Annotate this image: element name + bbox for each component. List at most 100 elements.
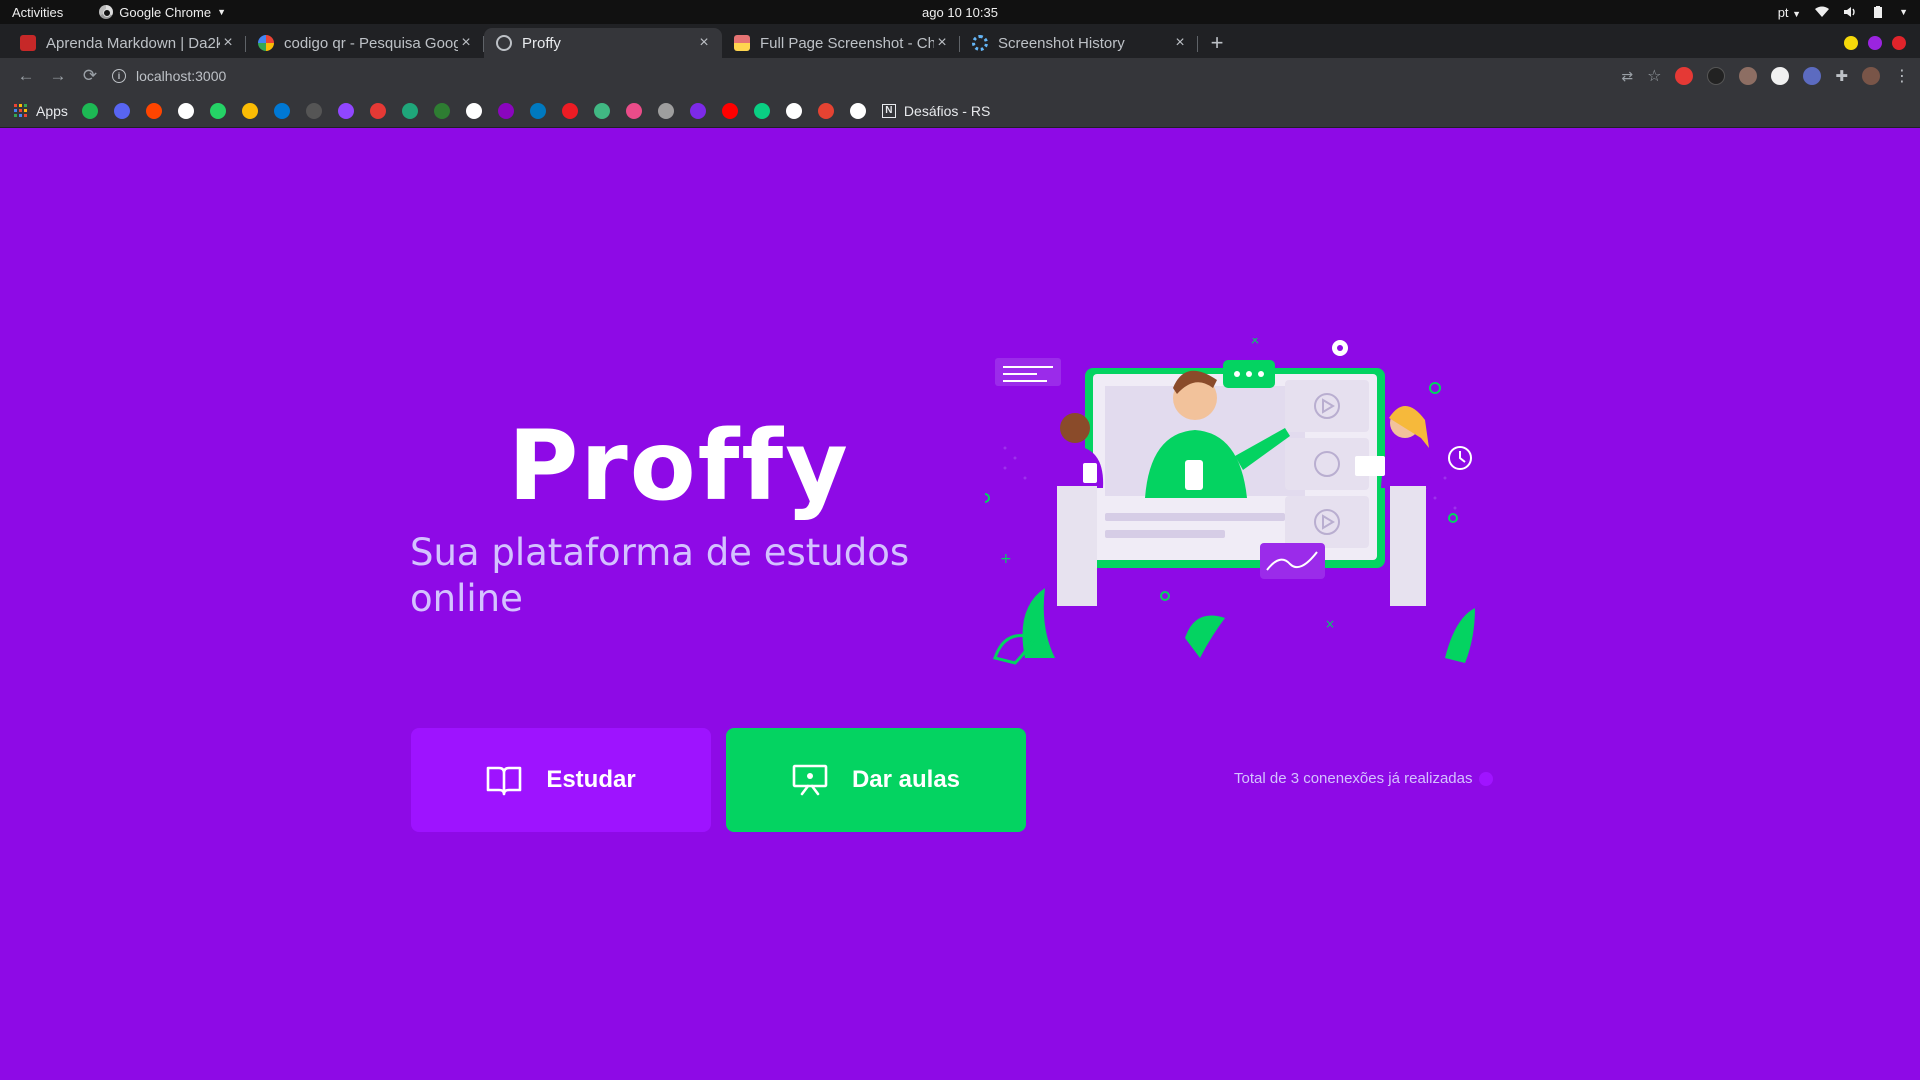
close-tab-icon[interactable]: × — [458, 34, 474, 52]
profile-avatar[interactable] — [1862, 67, 1880, 85]
google-icon[interactable] — [465, 102, 482, 119]
twitch-icon[interactable] — [337, 102, 354, 119]
url-field[interactable]: i localhost:3000 — [112, 62, 226, 90]
globe-favicon-icon — [496, 35, 512, 51]
chrome-menu-icon[interactable]: ⋮ — [1894, 66, 1910, 86]
dribbble-icon[interactable] — [625, 102, 642, 119]
bookmarks-bar: Apps N Desáfios - RS — [0, 94, 1920, 128]
whatsapp-icon[interactable] — [209, 102, 226, 119]
notion-icon[interactable] — [849, 102, 866, 119]
close-tab-icon[interactable]: × — [220, 34, 236, 52]
activities-button[interactable]: Activities — [12, 5, 63, 20]
close-tab-icon[interactable]: × — [934, 34, 950, 52]
tab-markdown[interactable]: Aprenda Markdown | Da2k × — [8, 28, 246, 58]
total-connections: Total de 3 conenexões já realizadas — [1234, 770, 1493, 787]
tagline: Sua plataforma de estudos online — [410, 531, 910, 620]
teach-button-label: Dar aulas — [851, 766, 961, 793]
bookmark-icons — [81, 102, 882, 119]
screenshot-extension-icon[interactable] — [1803, 67, 1822, 85]
tab-screenshot-history[interactable]: Screenshot History × — [960, 28, 1198, 58]
tab-strip: Aprenda Markdown | Da2k × codigo qr - Pe… — [0, 24, 1920, 58]
notion-icon: N — [881, 103, 896, 118]
nubank-icon[interactable] — [497, 102, 514, 119]
system-tray: pt ▼ ▼ — [1778, 5, 1908, 20]
minimize-button[interactable] — [1844, 36, 1858, 50]
close-tab-icon[interactable]: × — [696, 34, 712, 52]
owl-extension-icon[interactable] — [1739, 67, 1758, 85]
info-icon[interactable]: i — [112, 69, 126, 83]
tab-proffy[interactable]: Proffy × — [484, 28, 722, 58]
new-tab-button[interactable]: + — [1202, 28, 1232, 58]
bookmark-star-icon[interactable]: ☆ — [1647, 66, 1661, 86]
f-icon[interactable] — [433, 102, 450, 119]
clock: ago 10 10:35 — [0, 5, 1920, 20]
apps-label: Apps — [36, 102, 68, 119]
tab-title: codigo qr - Pesquisa Goog — [284, 34, 458, 52]
forward-button[interactable]: → — [42, 62, 74, 90]
tab-google-search[interactable]: codigo qr - Pesquisa Goog × — [246, 28, 484, 58]
close-tab-icon[interactable]: × — [1172, 34, 1188, 52]
tab-title: Full Page Screenshot - Chr — [760, 34, 934, 52]
camera-favicon-icon — [734, 35, 750, 51]
trello-icon[interactable] — [529, 102, 546, 119]
close-window-button[interactable] — [1892, 36, 1906, 50]
svg-text:+: + — [1000, 551, 1012, 567]
outlook-icon[interactable] — [273, 102, 290, 119]
volume-icon[interactable] — [1843, 6, 1857, 18]
os-top-bar: Activities Google Chrome ▼ ago 10 10:35 … — [0, 0, 1920, 24]
spotify-icon[interactable] — [81, 102, 98, 119]
system-menu-caret-icon[interactable]: ▼ — [1899, 7, 1908, 17]
url-text: localhost:3000 — [136, 68, 227, 84]
vercel-icon[interactable] — [785, 102, 802, 119]
bookmark-folder-desafios[interactable]: N Desáfios - RS — [881, 102, 991, 119]
tab-title: Screenshot History — [998, 34, 1125, 52]
drive-icon[interactable] — [241, 102, 258, 119]
youtube-icon[interactable] — [721, 102, 738, 119]
caret-down-icon: ▼ — [1792, 8, 1802, 19]
language-indicator[interactable]: pt ▼ — [1778, 5, 1801, 20]
apps-shortcut[interactable]: Apps — [14, 103, 68, 119]
reload-button[interactable]: ⟳ — [74, 62, 106, 90]
github-extension-icon[interactable] — [1771, 67, 1790, 85]
google-favicon-icon — [258, 35, 274, 51]
vue-icon[interactable] — [593, 102, 610, 119]
toolbar-actions: ⇄ ☆ ✚ ⋮ — [1621, 66, 1910, 86]
calendar-icon[interactable] — [369, 102, 386, 119]
translate-icon[interactable]: ⇄ — [1621, 68, 1633, 85]
caret-down-icon: ▼ — [217, 7, 226, 17]
discord-icon[interactable] — [113, 102, 130, 119]
heart-icon — [1478, 771, 1493, 786]
app-menu[interactable]: Google Chrome ▼ — [99, 5, 226, 20]
wifi-icon[interactable] — [1815, 6, 1830, 18]
tab-full-page-screenshot[interactable]: Full Page Screenshot - Chr × — [722, 28, 960, 58]
adblock-extension-icon[interactable] — [1675, 67, 1694, 85]
clock-text[interactable]: ago 10 10:35 — [922, 5, 998, 20]
figma-icon[interactable] — [753, 102, 770, 119]
svg-text:×: × — [1325, 617, 1335, 631]
rocket-icon[interactable] — [177, 102, 194, 119]
app-name: Google Chrome — [119, 4, 212, 20]
teach-button[interactable]: Dar aulas — [726, 728, 1026, 832]
shield-favicon-icon — [20, 35, 36, 51]
language-label: pt — [1777, 4, 1789, 20]
address-bar-row: ← → ⟳ i localhost:3000 ⇄ ☆ ✚ ⋮ — [0, 58, 1920, 94]
feather-extension-icon[interactable] — [1707, 67, 1726, 85]
github-icon[interactable] — [305, 102, 322, 119]
canva-icon[interactable] — [689, 102, 706, 119]
todoist-icon[interactable] — [817, 102, 834, 119]
gitmoji-icon[interactable] — [657, 102, 674, 119]
hero-illustration: × × + — [985, 338, 1475, 665]
trakt-icon[interactable] — [561, 102, 578, 119]
s-icon[interactable] — [401, 102, 418, 119]
study-button[interactable]: Estudar — [411, 728, 711, 832]
apps-grid-icon — [14, 103, 28, 118]
battery-icon[interactable] — [1871, 6, 1885, 18]
proffy-logo: Proffy — [508, 410, 850, 522]
total-connections-text: Total de 3 conenexões já realizadas — [1234, 770, 1473, 787]
back-button[interactable]: ← — [10, 62, 42, 90]
extensions-puzzle-icon[interactable]: ✚ — [1835, 67, 1848, 85]
bookmark-folder-label: Desáfios - RS — [903, 102, 991, 119]
reddit-icon[interactable] — [145, 102, 162, 119]
chrome-icon — [99, 5, 114, 19]
maximize-button[interactable] — [1868, 36, 1882, 50]
